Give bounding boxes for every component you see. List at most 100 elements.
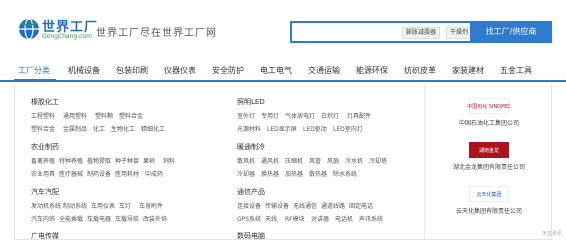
nav-item-energy[interactable]: 能源环保 bbox=[356, 65, 388, 76]
category-link[interactable]: 制动系统 bbox=[63, 201, 87, 210]
category-link[interactable]: 医疗器械 bbox=[59, 169, 83, 178]
brand-card[interactable]: 云天化集团 云天化集团有限责任公司 bbox=[425, 182, 553, 226]
sinopec-logo: 中国石化 SINOPEC bbox=[467, 98, 511, 114]
category-link[interactable]: 塑料颗 bbox=[95, 111, 113, 120]
category-link[interactable]: 饲料 bbox=[163, 156, 175, 165]
featured-brands: 中国石化 SINOPEC 中国石油化工集团公司 湖南金龙 湖北金龙集团有限责任公… bbox=[424, 84, 552, 240]
category-link[interactable]: 专用灯 bbox=[261, 111, 279, 120]
jinlong-logo: 湖南金龙 bbox=[469, 142, 509, 158]
brand-card[interactable]: 湖南金龙 湖北金龙集团有限责任公司 bbox=[425, 138, 553, 182]
category-link[interactable]: 化工 bbox=[93, 124, 105, 133]
brand-logo-text: 云天化集团 bbox=[476, 191, 502, 198]
category-link[interactable]: 塑料合金 bbox=[119, 111, 143, 120]
category-link[interactable]: 植物提取 bbox=[87, 156, 111, 165]
category-link[interactable]: 光源材料 bbox=[237, 124, 261, 133]
category-link[interactable]: 车载电器 bbox=[87, 214, 111, 223]
nav-item-packaging[interactable]: 包装印刷 bbox=[116, 65, 148, 76]
category-link[interactable]: 风扇 bbox=[327, 156, 339, 165]
category-link[interactable]: 汽车内饰 bbox=[31, 214, 55, 223]
main-nav: 工厂分类 机械设备 包装印刷 仪器仪表 安全防护 电工电气 交通运输 能源环保 … bbox=[0, 60, 566, 82]
category-link[interactable]: 除水系统 bbox=[333, 169, 357, 178]
category-link[interactable]: 传输设备 bbox=[265, 201, 289, 210]
category-link[interactable]: 散热器 bbox=[309, 169, 327, 178]
nav-item-textile[interactable]: 纺织皮革 bbox=[404, 65, 436, 76]
nav-item-machinery[interactable]: 机械设备 bbox=[68, 65, 100, 76]
category-link[interactable]: 固定电话 bbox=[349, 201, 373, 210]
category-link[interactable]: LED室内灯 bbox=[333, 124, 363, 133]
category-link[interactable]: 塑料合金 bbox=[31, 124, 55, 133]
category-link[interactable]: RF模块 bbox=[285, 214, 305, 223]
category-link[interactable]: 医用耗材 bbox=[115, 169, 139, 178]
category-link[interactable]: 果树 bbox=[143, 156, 155, 165]
brand-logo-text: 中国石化 SINOPEC bbox=[467, 103, 511, 110]
category-link[interactable]: 金属制品 bbox=[63, 124, 87, 133]
category-link[interactable]: GPS系统 bbox=[237, 214, 261, 223]
slogan: 世界工厂尽在世界工厂网 bbox=[96, 28, 217, 39]
category-link[interactable]: 风管 bbox=[309, 156, 321, 165]
category-link[interactable]: 工程塑料 bbox=[31, 111, 55, 120]
search-bar: 膨胀减震器 干燥剂 找工厂/供应商 bbox=[290, 21, 552, 43]
category-title[interactable]: 通信产品 bbox=[237, 187, 265, 197]
category-link[interactable]: 无线通信 bbox=[293, 201, 317, 210]
category-link[interactable]: 通用塑料 bbox=[63, 111, 87, 120]
category-title[interactable]: 广电传媒 bbox=[31, 231, 59, 240]
nav-item-security[interactable]: 安全防护 bbox=[212, 65, 244, 76]
category-link[interactable]: 改装外饰 bbox=[143, 214, 167, 223]
nav-item-factory-category[interactable]: 工厂分类 bbox=[18, 65, 50, 76]
category-link[interactable]: 电话机 bbox=[335, 214, 353, 223]
category-link[interactable]: 气体放电灯 bbox=[285, 111, 315, 120]
category-link[interactable]: 车用仪表 bbox=[91, 201, 115, 210]
category-link[interactable]: 通风机 bbox=[261, 156, 279, 165]
category-link[interactable]: 室外灯 bbox=[237, 111, 255, 120]
category-link[interactable]: 冷水机 bbox=[345, 156, 363, 165]
category-link[interactable]: 发动机系统 bbox=[31, 201, 61, 210]
site-logo[interactable]: 世界工厂 GongChang.com bbox=[18, 16, 97, 44]
category-link[interactable]: LED驱动 bbox=[303, 124, 327, 133]
search-input[interactable] bbox=[292, 23, 398, 41]
category-link[interactable]: 农业用具 bbox=[31, 169, 55, 178]
category-link[interactable]: 中成药 bbox=[145, 169, 163, 178]
category-title[interactable]: 农业制药 bbox=[31, 142, 59, 152]
category-title[interactable]: 数码电脑 bbox=[237, 231, 265, 240]
hot-keyword[interactable]: 干燥剂 bbox=[446, 27, 473, 39]
category-link[interactable]: 车身附件 bbox=[139, 201, 163, 210]
globe-logo-icon bbox=[19, 18, 39, 40]
category-link[interactable]: 精细化工 bbox=[141, 124, 165, 133]
nav-item-transport[interactable]: 交通运输 bbox=[308, 65, 340, 76]
category-link[interactable]: 散风机 bbox=[237, 156, 255, 165]
category-link[interactable]: 制药设备 bbox=[87, 169, 111, 178]
category-link[interactable]: 冷却塔 bbox=[369, 156, 387, 165]
hot-keyword[interactable]: 膨胀减震器 bbox=[402, 27, 441, 39]
category-link[interactable]: 灯具配件 bbox=[347, 111, 371, 120]
category-title[interactable]: 汽车汽配 bbox=[31, 187, 59, 197]
site-header: 世界工厂 GongChang.com 世界工厂尽在世界工厂网 膨胀减震器 干燥剂… bbox=[0, 0, 566, 60]
category-link[interactable]: 特种养殖 bbox=[59, 156, 83, 165]
category-link[interactable]: 连接设备 bbox=[237, 201, 261, 210]
nav-item-hardware[interactable]: 五金工具 bbox=[500, 65, 532, 76]
category-link[interactable]: 通道线路 bbox=[321, 201, 345, 210]
watermark: 天生资讯 bbox=[541, 231, 562, 237]
category-link[interactable]: 对讲器 bbox=[311, 214, 329, 223]
nav-item-instruments[interactable]: 仪器仪表 bbox=[164, 65, 196, 76]
category-link[interactable]: LED显示屏 bbox=[267, 124, 297, 133]
category-link[interactable]: 声讯系统 bbox=[359, 214, 383, 223]
category-link[interactable]: 加热器 bbox=[285, 169, 303, 178]
category-title[interactable]: 照明LED bbox=[237, 97, 265, 107]
category-link[interactable]: 白炽灯 bbox=[321, 111, 339, 120]
category-link[interactable]: 天线 bbox=[265, 214, 277, 223]
search-button[interactable]: 找工厂/供应商 bbox=[470, 21, 552, 43]
nav-item-electrical[interactable]: 电工电气 bbox=[260, 65, 292, 76]
category-title[interactable]: 暖通制冷 bbox=[237, 142, 265, 152]
category-link[interactable]: 畜禽养殖 bbox=[31, 156, 55, 165]
category-link[interactable]: 车载导航 bbox=[115, 214, 139, 223]
category-title[interactable]: 橡胶化工 bbox=[31, 97, 59, 107]
category-link[interactable]: 冷却器 bbox=[237, 169, 255, 178]
nav-item-building[interactable]: 家装建材 bbox=[452, 65, 484, 76]
category-link[interactable]: 生物化工 bbox=[111, 124, 135, 133]
category-link[interactable]: 换热器 bbox=[261, 169, 279, 178]
category-link[interactable]: 全能乘载 bbox=[59, 214, 83, 223]
category-link[interactable]: 种子种苗 bbox=[115, 156, 139, 165]
brand-card[interactable]: 中国石化 SINOPEC 中国石油化工集团公司 bbox=[425, 94, 553, 138]
category-link[interactable]: 压缩机 bbox=[285, 156, 303, 165]
category-link[interactable]: 车灯 bbox=[119, 201, 131, 210]
